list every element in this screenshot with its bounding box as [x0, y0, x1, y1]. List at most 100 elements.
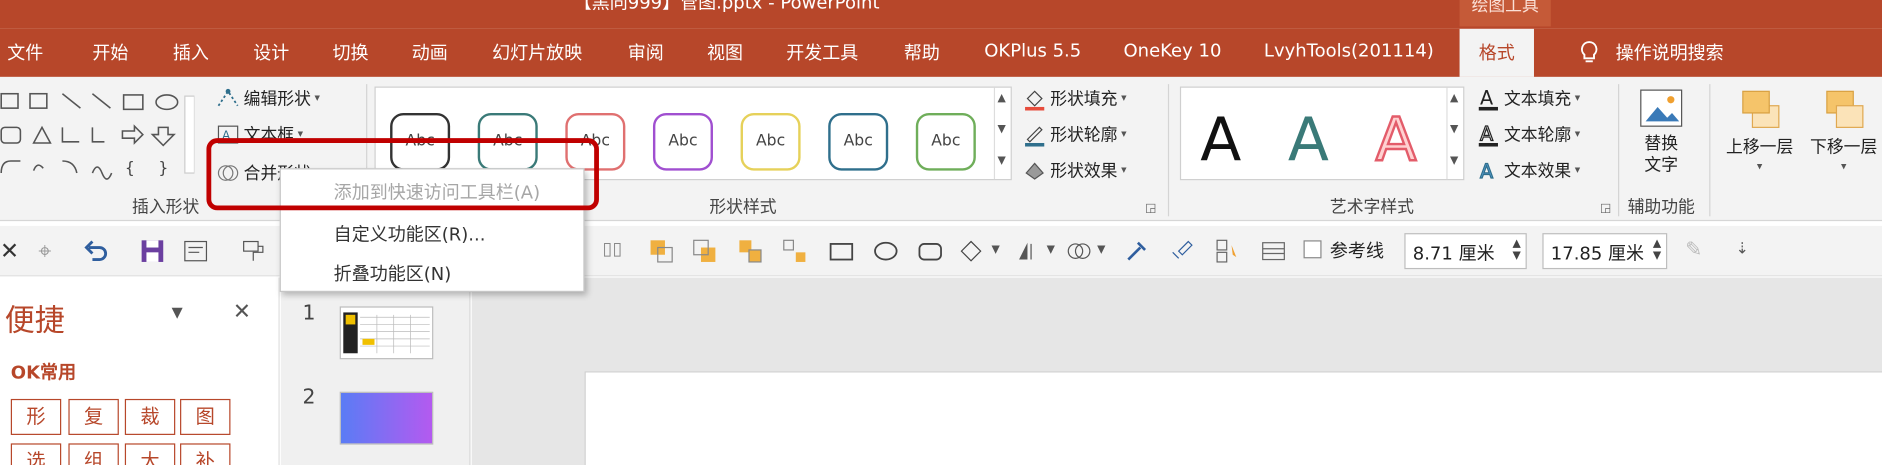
ok-button-image[interactable]: 图 — [180, 398, 231, 435]
distribute-icon[interactable]: ▯▯ — [603, 238, 629, 264]
context-tab-group-label: 绘图工具 — [1459, 0, 1551, 27]
wordart-gallery[interactable]: A A A ▲ ▼ ▼ — [1179, 86, 1465, 181]
more-icon[interactable]: ▼ — [1450, 155, 1458, 167]
tab-view[interactable]: 视图 — [707, 40, 743, 65]
merge-shapes-quick-icon[interactable] — [1066, 238, 1092, 264]
chevron-down-icon[interactable]: ▼ — [1097, 244, 1123, 270]
spinner-icon[interactable]: ▲ ▼ — [1653, 238, 1661, 262]
shape-style-4[interactable]: Abc — [652, 112, 713, 171]
shape-effects-button[interactable]: 形状效果 ▾ — [1023, 159, 1127, 183]
edit-shape-label: 编辑形状 — [243, 90, 311, 110]
selection-pane-icon[interactable] — [1215, 238, 1241, 264]
bring-forward-button[interactable]: 上移一层 ▾ — [1726, 87, 1793, 174]
tab-slideshow[interactable]: 幻灯片放映 — [492, 40, 582, 65]
chevron-down-icon[interactable]: ▼ — [997, 124, 1005, 136]
layout-icon[interactable] — [182, 238, 208, 264]
save-icon[interactable] — [139, 238, 165, 264]
gallery-scrollbar[interactable]: ▲ ▼ ▼ — [993, 87, 1011, 180]
tab-help[interactable]: 帮助 — [904, 40, 940, 65]
ok-button-select[interactable]: 选 — [10, 443, 62, 465]
edit-shape-button[interactable]: 编辑形状 ▾ — [216, 87, 320, 111]
alt-text-button[interactable]: 替换 文字 — [1637, 87, 1685, 176]
shape-height-field[interactable]: 8.71 厘米 ▲ ▼ — [1404, 233, 1527, 270]
dialog-launcher-icon[interactable]: ◲ — [1145, 202, 1156, 215]
shape-style-7[interactable]: Abc — [915, 112, 976, 171]
wordart-style-2[interactable]: A — [1288, 105, 1329, 175]
shapes-gallery-icon[interactable]: { } — [0, 87, 195, 183]
shape-style-6[interactable]: Abc — [828, 112, 889, 171]
chevron-up-icon[interactable]: ▲ — [997, 93, 1005, 105]
pane-menu-icon[interactable]: ▼ — [172, 304, 183, 321]
format-painter-icon[interactable] — [240, 238, 266, 264]
eyedropper-icon[interactable] — [1123, 238, 1149, 264]
group-label-wordart-styles: 艺术字样式 — [1329, 198, 1414, 218]
ok-button-group[interactable]: 组 — [68, 443, 119, 465]
spinner-icon[interactable]: ▲ ▼ — [1512, 238, 1520, 262]
undo-icon[interactable] — [82, 238, 108, 264]
tab-review[interactable]: 审阅 — [628, 40, 664, 65]
dialog-launcher-icon[interactable]: ◲ — [1600, 202, 1611, 215]
pin-icon[interactable]: ⌖ — [38, 238, 64, 264]
chevron-down-icon: ▾ — [1756, 161, 1763, 174]
current-slide[interactable] — [584, 371, 1882, 465]
menu-item-customize-ribbon[interactable]: 自定义功能区(R)... — [334, 221, 486, 246]
gallery-scrollbar[interactable]: ▲ ▼ ▼ — [1446, 87, 1463, 180]
close-icon[interactable]: ✕ — [0, 238, 26, 264]
tools-icon[interactable]: ✎ — [1685, 238, 1711, 264]
send-backward-button[interactable]: 下移一层 ▾ — [1810, 87, 1877, 173]
tab-lvyhtools[interactable]: LvyhTools(201114) — [1264, 40, 1434, 62]
bring-to-front-icon[interactable] — [648, 238, 674, 264]
tab-onekey[interactable]: OneKey 10 — [1123, 40, 1221, 62]
tab-okplus[interactable]: OKPlus 5.5 — [984, 40, 1081, 62]
tab-transitions[interactable]: 切换 — [332, 40, 368, 65]
wordart-style-3[interactable]: A — [1374, 103, 1417, 175]
ok-button-shape[interactable]: 形 — [10, 398, 62, 435]
slide-thumbnail[interactable] — [339, 391, 434, 445]
tab-insert[interactable]: 插入 — [173, 40, 209, 65]
customize-toolbar-icon[interactable]: ⇣ — [1736, 240, 1762, 266]
slide-thumbnail[interactable] — [339, 306, 434, 360]
shape-style-5[interactable]: Abc — [740, 112, 801, 171]
ok-button-crop[interactable]: 裁 — [124, 398, 176, 435]
shape-fill-quick-icon[interactable] — [958, 238, 984, 264]
slide-number: 2 — [302, 385, 316, 410]
tab-home[interactable]: 开始 — [92, 40, 128, 65]
tab-format[interactable]: 格式 — [1459, 28, 1535, 77]
text-outline-button[interactable]: A 文本轮廓 ▾ — [1476, 123, 1580, 147]
animation-brush-icon[interactable] — [1169, 238, 1195, 264]
svg-text:A: A — [1480, 123, 1493, 146]
chevron-up-icon[interactable]: ▲ — [1450, 93, 1458, 105]
menu-item-collapse-ribbon[interactable]: 折叠功能区(N) — [334, 261, 452, 286]
chevron-down-icon[interactable]: ▼ — [1450, 124, 1458, 136]
tab-design[interactable]: 设计 — [253, 40, 289, 65]
ok-button-size[interactable]: 大 — [124, 443, 176, 465]
shape-fill-button[interactable]: 形状填充 ▾ — [1023, 87, 1127, 111]
tab-file[interactable]: 文件 — [7, 40, 43, 65]
tell-me-search[interactable]: 操作说明搜索 — [1616, 40, 1724, 65]
tab-developer[interactable]: 开发工具 — [786, 40, 858, 65]
group-separator — [1167, 84, 1170, 217]
align-icon[interactable] — [1015, 238, 1041, 264]
group-objects-icon[interactable] — [737, 238, 763, 264]
grid-icon[interactable] — [1260, 238, 1286, 264]
slide-editing-area — [471, 277, 1882, 465]
rounded-rectangle-icon[interactable] — [917, 238, 943, 264]
lightbulb-icon — [1581, 41, 1598, 63]
send-to-back-icon[interactable] — [691, 238, 717, 264]
more-icon[interactable]: ▼ — [997, 155, 1005, 167]
close-icon[interactable]: ✕ — [233, 299, 251, 324]
rectangle-icon[interactable] — [828, 238, 854, 264]
text-fill-button[interactable]: A 文本填充 ▾ — [1476, 87, 1580, 111]
text-effects-button[interactable]: A 文本效果 ▾ — [1476, 159, 1580, 182]
wordart-style-1[interactable]: A — [1200, 105, 1241, 175]
oval-icon[interactable] — [873, 238, 899, 264]
chevron-down-icon[interactable]: ▼ — [991, 244, 1017, 270]
group-label-shape-styles: 形状样式 — [709, 198, 777, 218]
tab-animations[interactable]: 动画 — [412, 40, 448, 65]
guides-checkbox[interactable] — [1303, 240, 1322, 259]
shape-width-field[interactable]: 17.85 厘米 ▲ ▼ — [1542, 233, 1668, 270]
ok-button-fill[interactable]: 补 — [180, 443, 231, 465]
shape-outline-button[interactable]: 形状轮廓 ▾ — [1023, 123, 1127, 147]
ungroup-objects-icon[interactable] — [781, 238, 807, 264]
ok-button-copy[interactable]: 复 — [68, 398, 119, 435]
